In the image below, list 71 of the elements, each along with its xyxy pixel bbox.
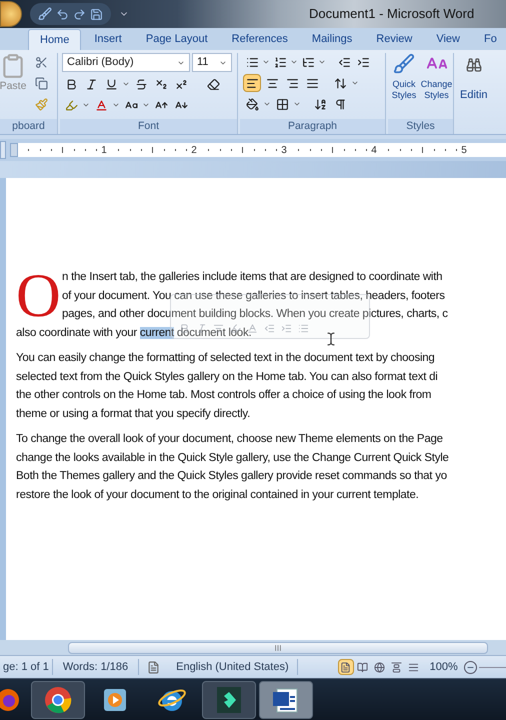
proofing-icon[interactable] [147,660,160,674]
indent-marker-icon[interactable] [10,143,18,157]
text-line: Both the Themes gallery and the Quick Styles gallery provide reset commands so that yo [16,469,448,484]
ribbon-tab[interactable]: Home [28,29,82,50]
text-line: also coordinate with your current document look. [16,326,252,340]
text-line: You can easily change the formatting of selected text in the document text by choosing [16,351,436,366]
brush-icon [393,53,415,75]
zoom-level[interactable]: 100% [430,658,458,676]
drop-cap: O [16,270,61,324]
ribbon-tab[interactable]: References [220,29,299,50]
caret-icon [112,101,120,109]
ruler-number: 2 [190,144,198,158]
ribbon-tab[interactable]: Page Layout [134,29,219,50]
group-label: Font [60,119,237,134]
binoculars-icon [466,57,482,73]
fox-browser-icon[interactable] [0,686,22,712]
caret-icon [290,58,298,66]
status-text: Words: 1/186 [52,658,140,676]
text-line: theme or using a format that you specify directly. [16,406,252,422]
font-name-field[interactable]: Calibri (Body) [62,53,190,72]
ribbon-tab[interactable]: View [425,29,471,50]
styles-button[interactable]: Quick Styles [389,53,419,119]
brush-icon[interactable] [38,7,52,21]
editing-button[interactable]: Editin [456,53,488,104]
status-text: ge: 1 of 1 [0,658,53,676]
ruler-number: 1 [100,144,108,158]
save-icon[interactable] [90,8,103,20]
grip-icon [274,644,282,652]
browser-icon[interactable] [44,686,72,714]
text-line: the other controls on the Home tab. Most controls offer a choice of using the look from [16,388,432,403]
text-line: pages, and other document building blocks. When you create pictures, charts, c [62,307,448,322]
text-line: selected text from the Quick Styles gallery on the Home tab. You can also format text di [16,370,439,384]
ribbon-tab[interactable]: Insert [83,29,133,50]
ribbon-tab[interactable]: Fo [473,29,506,50]
diamond-app-icon[interactable] [216,686,242,714]
ribbon-tab[interactable]: Review [365,29,424,50]
caret-icon [351,79,359,87]
text-line: of your document. You can use these galleries to insert tables, headers, footers [62,288,446,304]
ruler-number: 5 [460,144,468,158]
group-label: Styles [388,119,453,134]
caret-icon [82,101,90,109]
media-player-icon[interactable] [103,686,127,712]
align-left-icon[interactable] [243,74,261,92]
caret-icon [293,100,301,108]
redo-icon[interactable] [73,8,86,20]
ribbon-tab[interactable]: Mailings [300,29,364,50]
styles-button[interactable]: Change Styles [421,53,452,119]
window-title: Document1 - Microsoft Word [309,5,474,24]
undo-icon[interactable] [56,8,69,20]
text-line: change the looks available in the Quick Style gallery, use the Change Current Quick Style [16,450,450,466]
zoom-out-button[interactable] [464,660,477,674]
text-line: restore the look of your document to the original contained in your current template. [16,488,420,502]
group-label: Paragraph [240,119,385,134]
office-button[interactable] [0,1,22,27]
print-layout-icon[interactable] [338,659,354,675]
font-size-field[interactable]: 11 [192,53,232,72]
ruler-number: 4 [370,144,378,158]
caret-icon [262,58,270,66]
ruler-number: 3 [280,144,288,158]
text-line: To change the overall look of your document, choose new Theme elements on the Page [16,432,444,447]
taskbar-button[interactable] [31,680,85,718]
taskbar-button[interactable] [202,680,256,718]
caret-icon [263,100,271,108]
status-text: English (United States) [160,658,298,676]
scrollbar-thumb[interactable] [68,642,488,654]
taskbar-button[interactable] [259,680,313,718]
text-line: n the Insert tab, the galleries include items that are designed to coordinate with [62,270,444,285]
caret-icon [142,101,150,109]
caret-icon [122,80,130,88]
caret-icon [318,58,326,66]
group-label: pboard [0,119,57,134]
